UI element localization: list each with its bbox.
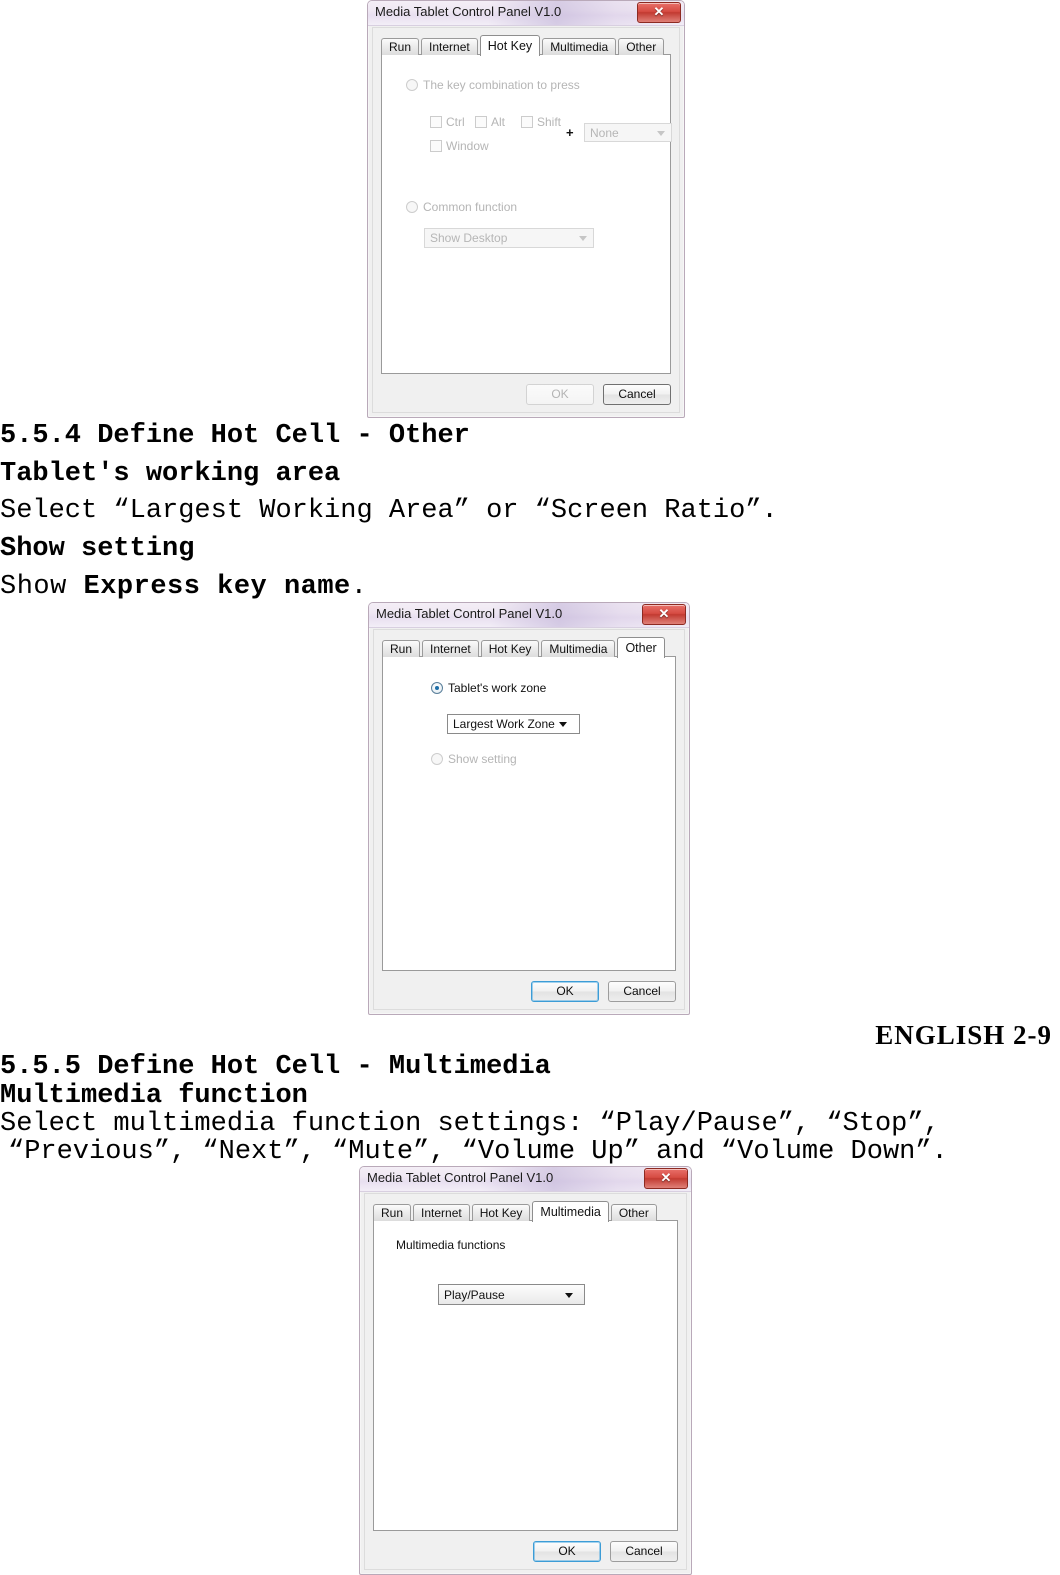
checkbox-alt-label: Alt [491,115,506,129]
checkbox-shift-label: Shift [537,115,562,129]
close-icon[interactable]: ✕ [642,604,686,625]
ok-button[interactable]: OK [526,384,594,405]
dialog-other[interactable]: Media Tablet Control Panel V1.0 ✕ Run In… [368,602,690,1015]
window-title: Media Tablet Control Panel V1.0 [376,606,563,621]
chevron-down-icon [559,722,567,727]
checkbox-indicator [430,140,442,152]
titlebar[interactable]: Media Tablet Control Panel V1.0 ✕ [360,1167,691,1192]
titlebar[interactable]: Media Tablet Control Panel V1.0 ✕ [369,603,689,628]
radio-tablet-work-zone[interactable]: Tablet's work zone [431,681,546,695]
tab-hot-key[interactable]: Hot Key [480,640,540,657]
tab-other[interactable]: Other [610,1204,657,1221]
tab-multimedia[interactable]: Multimedia [542,38,617,55]
common-function-value: Show Desktop [430,231,508,245]
radio-show-setting[interactable]: Show setting [431,752,517,766]
page-footer: ENGLISH 2-9 [875,1020,1052,1050]
key-combination-select[interactable]: None [584,123,672,142]
checkbox-indicator [521,116,533,128]
ok-button[interactable]: OK [531,981,599,1002]
dialog-hot-key[interactable]: Media Tablet Control Panel V1.0 ✕ Run In… [367,0,685,418]
checkbox-alt[interactable]: Alt [475,115,505,129]
tab-strip: Run Internet Hot Key Multimedia Other [373,1200,678,1222]
radio-indicator [431,753,443,765]
radio-indicator [406,201,418,213]
dialog-button-row: OK Cancel [526,384,671,405]
tab-run[interactable]: Run [382,640,421,657]
radio-tablet-work-zone-label: Tablet's work zone [448,681,547,695]
dialog-body: Run Internet Hot Key Multimedia Other Mu… [364,1193,687,1570]
chevron-down-icon [579,236,587,241]
section-heading-554: 5.5.4 Define Hot Cell - Other [0,421,470,451]
tab-strip: Run Internet Hot Key Multimedia Other [382,636,676,658]
common-function-select[interactable]: Show Desktop [424,228,594,248]
close-glyph: ✕ [658,606,670,621]
close-icon[interactable]: ✕ [637,2,681,23]
ok-button[interactable]: OK [533,1541,601,1562]
body-show-prefix: Show [0,572,84,602]
checkbox-indicator [430,116,442,128]
tab-hot-key[interactable]: Hot Key [471,1204,531,1221]
dialog-button-row: OK Cancel [531,981,676,1002]
body-show-express-key: Show Express key name. [0,572,367,602]
close-glyph: ✕ [660,1170,672,1185]
tab-strip: Run Internet Hot Key Multimedia Other [381,34,671,56]
tab-run[interactable]: Run [381,38,420,55]
chevron-down-icon [657,130,665,136]
checkbox-ctrl-label: Ctrl [446,115,465,129]
tab-other[interactable]: Other [618,38,665,55]
dialog-multimedia[interactable]: Media Tablet Control Panel V1.0 ✕ Run In… [359,1166,692,1575]
radio-indicator [431,682,443,694]
close-icon[interactable]: ✕ [644,1168,688,1189]
multimedia-function-select[interactable]: Play/Pause [438,1284,585,1305]
checkbox-window[interactable]: Window [430,139,489,153]
checkbox-indicator [475,116,487,128]
multimedia-function-value: Play/Pause [444,1287,505,1302]
titlebar[interactable]: Media Tablet Control Panel V1.0 ✕ [368,1,684,26]
dialog-button-row: OK Cancel [533,1541,678,1562]
work-zone-value: Largest Work Zone [453,717,555,731]
checkbox-ctrl[interactable]: Ctrl [430,115,465,129]
body-show-suffix: . [350,572,368,602]
radio-common-function[interactable]: Common function [406,200,517,214]
checkbox-shift[interactable]: Shift [521,115,561,129]
body-select-area: Select “Largest Working Area” or “Screen… [0,496,778,526]
tab-page-hot-key: The key combination to press Ctrl Alt Sh… [381,54,672,374]
tab-run[interactable]: Run [373,1204,412,1221]
tab-internet[interactable]: Internet [421,38,478,55]
cancel-button[interactable]: Cancel [608,981,676,1002]
dialog-body: Run Internet Hot Key Multimedia Other Th… [372,27,680,413]
cancel-button[interactable]: Cancel [603,384,671,405]
body-select-multimedia-2: “Previous”, “Next”, “Mute”, “Volume Up” … [8,1137,948,1167]
body-select-multimedia-1: Select multimedia function settings: “Pl… [0,1109,940,1139]
radio-key-combination-label: The key combination to press [423,78,580,92]
tab-page-multimedia: Multimedia functions Play/Pause [373,1220,678,1531]
radio-common-function-label: Common function [423,200,518,214]
section-heading-555: 5.5.5 Define Hot Cell - Multimedia [0,1052,551,1082]
subheading-working-area: Tablet's working area [0,459,341,489]
close-glyph: ✕ [653,4,665,19]
tab-multimedia[interactable]: Multimedia [532,1201,609,1222]
key-combination-value: None [590,125,619,140]
tab-internet[interactable]: Internet [413,1204,470,1221]
body-express-key-name: Express key name [83,572,351,602]
multimedia-functions-label: Multimedia functions [396,1238,506,1252]
checkbox-window-label: Window [446,139,489,153]
chevron-down-icon [565,1292,573,1298]
tab-other[interactable]: Other [617,637,665,658]
tab-internet[interactable]: Internet [422,640,479,657]
radio-show-setting-label: Show setting [448,752,517,766]
window-title: Media Tablet Control Panel V1.0 [375,4,562,19]
tab-page-other: Tablet's work zone Largest Work Zone Sho… [382,656,676,971]
tab-hot-key[interactable]: Hot Key [479,35,541,56]
radio-indicator [406,79,418,91]
tab-multimedia[interactable]: Multimedia [541,640,616,657]
dialog-body: Run Internet Hot Key Multimedia Other Ta… [373,629,685,1010]
radio-key-combination[interactable]: The key combination to press [406,78,580,92]
subheading-show-setting: Show setting [0,534,195,564]
work-zone-select[interactable]: Largest Work Zone [447,714,580,734]
window-title: Media Tablet Control Panel V1.0 [367,1170,554,1185]
cancel-button[interactable]: Cancel [610,1541,678,1562]
subheading-multimedia-function: Multimedia function [0,1081,308,1111]
plus-label: + [566,125,574,140]
